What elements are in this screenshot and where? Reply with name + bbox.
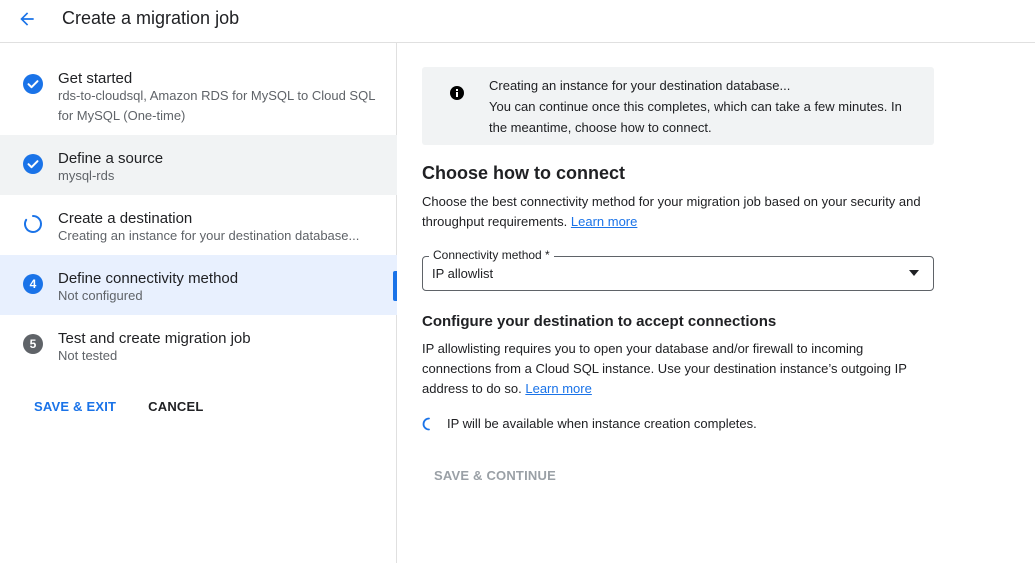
learn-more-link[interactable]: Learn more <box>571 214 637 229</box>
configure-heading: Configure your destination to accept con… <box>422 313 777 330</box>
dropdown-arrow-icon <box>909 270 919 276</box>
info-line-2: You can continue once this completes, wh… <box>489 99 902 135</box>
step-get-started[interactable]: Get started rds-to-cloudsql, Amazon RDS … <box>0 55 397 123</box>
save-exit-button[interactable]: SAVE & EXIT <box>34 399 116 415</box>
page-title: Create a migration job <box>62 8 240 28</box>
progress-spinner-icon <box>422 417 430 431</box>
learn-more-link[interactable]: Learn more <box>525 381 591 396</box>
step-number: 4 <box>23 274 43 294</box>
connect-description: Choose the best connectivity method for … <box>422 192 934 232</box>
step-subtitle: Not configured <box>58 288 143 303</box>
step-define-connectivity[interactable]: 4 Define connectivity method Not configu… <box>0 255 397 315</box>
step-subtitle: rds-to-cloudsql, Amazon RDS for MySQL to… <box>58 88 375 123</box>
arrow-back-icon <box>20 12 34 26</box>
info-line-1: Creating an instance for your destinatio… <box>489 78 791 93</box>
connectivity-method-value: IP allowlist <box>432 266 494 281</box>
step-subtitle: mysql-rds <box>58 168 115 183</box>
connect-heading: Choose how to connect <box>422 163 626 183</box>
step-subtitle: Creating an instance for your destinatio… <box>58 228 360 243</box>
configure-description: IP allowlisting requires you to open you… <box>422 339 922 399</box>
check-circle-icon <box>23 154 43 174</box>
step-create-destination[interactable]: Create a destination Creating an instanc… <box>0 195 397 255</box>
step-number: 5 <box>23 334 43 354</box>
step-define-source[interactable]: Define a source mysql-rds <box>0 135 397 195</box>
info-icon <box>449 85 465 101</box>
step-number-badge: 5 <box>23 334 43 354</box>
connect-description-text: Choose the best connectivity method for … <box>422 194 921 229</box>
info-banner: Creating an instance for your destinatio… <box>422 67 934 145</box>
step-subtitle: Not tested <box>58 348 118 363</box>
active-step-indicator <box>393 271 397 301</box>
page-header: Create a migration job <box>0 0 1035 43</box>
ip-status-row: IP will be available when instance creat… <box>422 416 757 432</box>
save-continue-button[interactable]: SAVE & CONTINUE <box>434 468 556 484</box>
ip-status-text: IP will be available when instance creat… <box>447 416 757 431</box>
sidebar-actions: SAVE & EXIT CANCEL <box>34 399 204 415</box>
connectivity-method-select[interactable]: Connectivity method * IP allowlist <box>422 248 934 291</box>
info-message: Creating an instance for your destinatio… <box>489 75 919 138</box>
step-test-create[interactable]: 5 Test and create migration job Not test… <box>0 315 397 375</box>
progress-spinner-icon <box>23 214 43 234</box>
back-button[interactable] <box>12 4 42 34</box>
main-content: Creating an instance for your destinatio… <box>398 43 1035 563</box>
cancel-button[interactable]: CANCEL <box>148 399 203 415</box>
connectivity-method-label: Connectivity method * <box>429 248 554 262</box>
stepper-sidebar: Get started rds-to-cloudsql, Amazon RDS … <box>0 43 397 563</box>
step-number-badge: 4 <box>23 274 43 294</box>
check-circle-icon <box>23 74 43 94</box>
configure-description-text: IP allowlisting requires you to open you… <box>422 341 907 396</box>
